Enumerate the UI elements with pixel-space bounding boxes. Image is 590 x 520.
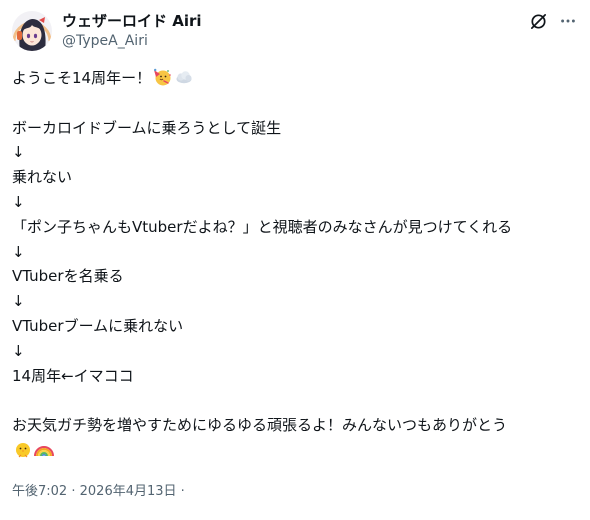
post-line-text: 14周年←イマココ: [12, 366, 134, 385]
post-line-text: VTuberブームに乗れない: [12, 316, 184, 335]
avatar[interactable]: [12, 11, 52, 51]
post-line: ↓: [12, 289, 582, 314]
party-face-emoji: [152, 67, 172, 87]
meta-separator: ·: [71, 484, 76, 499]
post-line-text: 「ポン子ちゃんもVtuberだよね？」と視聴者のみなさんが見つけてくれる: [12, 217, 513, 236]
post-line-text: ↓: [12, 143, 25, 162]
post-line-text: ↓: [12, 242, 25, 261]
author-display-name[interactable]: ウェザーロイド Airi: [62, 11, 202, 31]
post-line: ↓: [12, 339, 582, 364]
post-line-emoji: [12, 438, 582, 463]
post-line: ↓: [12, 190, 582, 215]
post-line: ↓: [12, 140, 582, 165]
rainbow-emoji: [34, 439, 54, 459]
post-line-text: ようこそ14周年ー！: [12, 69, 152, 87]
more-icon[interactable]: [558, 11, 578, 31]
cloud-emoji: [173, 67, 193, 87]
post-line-text: 乗れない: [12, 168, 73, 187]
post-line: ようこそ14周年ー！: [12, 66, 582, 91]
post-line-text: ↓: [12, 341, 25, 360]
post-line: お天気ガチ勢を増やすためにゆるゆる頑張るよ！みんないつもありがとう: [12, 413, 582, 438]
post-line: ボーカロイドブームに乗ろうとして誕生: [12, 116, 582, 141]
post-time[interactable]: 午後7:02: [12, 484, 67, 499]
post-line: VTuberブームに乗れない: [12, 314, 582, 339]
post-line-blank: [12, 91, 582, 116]
post-date[interactable]: 2026年4月13日: [80, 484, 177, 499]
author-handle[interactable]: @TypeA_Airi: [62, 31, 202, 51]
post-line-text: ボーカロイドブームに乗ろうとして誕生: [12, 118, 282, 137]
chick-emoji: [13, 439, 33, 459]
post-line: VTuberを名乗る: [12, 264, 582, 289]
post-actions: [528, 11, 578, 31]
post-line-blank: [12, 388, 582, 413]
avatar-image: [12, 11, 52, 51]
post: ウェザーロイド Airi @TypeA_Airi ようこそ14周年ー！ ボーカロ…: [0, 0, 590, 520]
post-line-text: ↓: [12, 292, 25, 311]
post-line: 14周年←イマココ: [12, 364, 582, 389]
post-line-text: お天気ガチ勢を増やすためにゆるゆる頑張るよ！みんないつもありがとう: [12, 416, 508, 435]
post-line: 乗れない: [12, 165, 582, 190]
grok-icon[interactable]: [528, 11, 548, 31]
post-line: 「ポン子ちゃんもVtuberだよね？」と視聴者のみなさんが見つけてくれる: [12, 215, 582, 240]
post-meta: 午後7:02 · 2026年4月13日 ·: [12, 482, 185, 502]
meta-trailing-separator: ·: [180, 484, 185, 499]
post-line-text: VTuberを名乗る: [12, 267, 124, 286]
post-body: ようこそ14周年ー！ ボーカロイドブームに乗ろうとして誕生 ↓ 乗れない ↓ 「…: [12, 66, 582, 463]
author-block: ウェザーロイド Airi @TypeA_Airi: [62, 11, 202, 51]
post-line: ↓: [12, 240, 582, 265]
post-line-text: ↓: [12, 192, 25, 211]
